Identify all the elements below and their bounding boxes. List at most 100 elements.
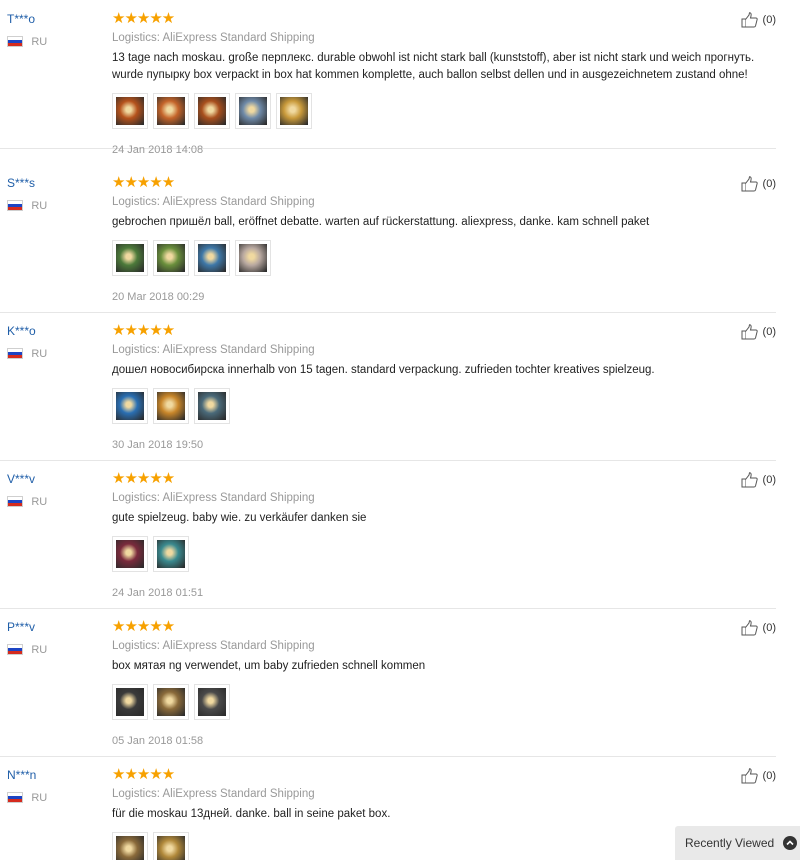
review-photo [157,688,185,716]
review-body: ★★★★★ Logistics: AliExpress Standard Shi… [112,767,772,860]
helpful-button[interactable]: (0) [741,12,776,28]
review-item: K***o RU ★★★★★ Logistics: AliExpress Sta… [0,312,776,461]
helpful-count: (0) [762,622,776,634]
reviewer-name[interactable]: V***v [7,471,35,487]
review-photo [116,97,144,125]
chevron-up-icon [783,836,798,850]
review-photo [116,688,144,716]
helpful-count: (0) [762,178,776,190]
reviewer-info: P***v RU [7,619,47,656]
reviewer-info: K***o RU [7,323,47,360]
thumbs-up-icon [741,12,758,28]
review-photo [239,97,267,125]
thumbs-up-icon [741,472,758,488]
country-code: RU [31,643,48,656]
review-text: box мятая ng verwendet, um baby zufriede… [112,660,426,672]
review-item: S***s RU ★★★★★ Logistics: AliExpress Sta… [0,164,776,313]
review-photo-thumbnail[interactable] [112,832,148,860]
helpful-button[interactable]: (0) [741,768,776,784]
reviewer-name[interactable]: K***o [7,323,36,339]
review-text: für die moskau 13дней. danke. ball in se… [112,808,391,820]
review-body: ★★★★★ Logistics: AliExpress Standard Shi… [112,175,772,304]
review-photo [157,392,185,420]
review-item: T***o RU ★★★★★ Logistics: AliExpress Sta… [0,0,776,156]
review-item: N***n RU ★★★★★ Logistics: AliExpress Sta… [0,756,776,860]
russia-flag-icon [7,200,23,212]
review-photo [157,836,185,860]
review-photo-thumbnail[interactable] [153,388,189,424]
review-photo-thumbnail[interactable] [276,93,312,129]
review-text: дошел новосибирска innerhalb von 15 tage… [112,364,655,376]
review-photo [280,97,308,125]
review-photo-thumbnail[interactable] [153,536,189,572]
review-body: ★★★★★ Logistics: AliExpress Standard Shi… [112,619,772,748]
thumbs-up-icon [741,768,758,784]
russia-flag-icon [7,496,23,508]
thumbs-up-icon [741,620,758,636]
review-photo-thumbnail[interactable] [112,93,148,129]
review-date: 20 Mar 2018 00:29 [112,291,205,303]
review-photos [112,832,772,860]
review-photo [157,540,185,568]
reviewer-name[interactable]: T***o [7,11,35,27]
star-rating: ★★★★★ [112,174,175,191]
review-photo-thumbnail[interactable] [112,536,148,572]
review-photo-thumbnail[interactable] [194,93,230,129]
helpful-count: (0) [762,326,776,338]
recently-viewed-label: Recently Viewed [685,836,775,850]
helpful-button[interactable]: (0) [741,176,776,192]
review-item: P***v RU ★★★★★ Logistics: AliExpress Sta… [0,608,776,757]
star-rating: ★★★★★ [112,322,175,339]
review-photo-thumbnail[interactable] [235,240,271,276]
review-photo [116,836,144,860]
review-photos [112,536,772,572]
review-photos [112,240,772,276]
review-photo-thumbnail[interactable] [194,240,230,276]
reviewer-country: RU [7,642,47,656]
review-date: 24 Jan 2018 01:51 [112,587,204,599]
review-text: gute spielzeug. baby wie. zu verkäufer d… [112,512,367,524]
review-photo-thumbnail[interactable] [112,684,148,720]
review-photo-thumbnail[interactable] [112,240,148,276]
helpful-button[interactable]: (0) [741,324,776,340]
review-photo-thumbnail[interactable] [194,684,230,720]
helpful-button[interactable]: (0) [741,472,776,488]
review-photos [112,388,772,424]
reviewer-info: T***o RU [7,11,47,48]
review-photo-thumbnail[interactable] [153,93,189,129]
reviewer-country: RU [7,198,47,212]
review-date: 24 Jan 2018 14:08 [112,144,204,156]
russia-flag-icon [7,792,23,804]
reviewer-info: V***v RU [7,471,47,508]
feedback-list: T***o RU ★★★★★ Logistics: AliExpress Sta… [0,0,800,860]
review-photo-thumbnail[interactable] [235,93,271,129]
russia-flag-icon [7,644,23,656]
review-photo-thumbnail[interactable] [153,240,189,276]
helpful-count: (0) [762,770,776,782]
review-photos [112,684,772,720]
country-code: RU [31,199,48,212]
review-photo [116,392,144,420]
country-code: RU [31,347,48,360]
russia-flag-icon [7,36,23,48]
helpful-button[interactable]: (0) [741,620,776,636]
review-body: ★★★★★ Logistics: AliExpress Standard Shi… [112,11,772,157]
review-photo-thumbnail[interactable] [153,684,189,720]
helpful-count: (0) [762,474,776,486]
recently-viewed-button[interactable]: Recently Viewed [675,826,800,860]
reviewer-name[interactable]: N***n [7,767,36,783]
review-photo-thumbnail[interactable] [153,832,189,860]
review-photo [116,244,144,272]
thumbs-up-icon [741,324,758,340]
reviewer-name[interactable]: P***v [7,619,35,635]
logistics-info: Logistics: AliExpress Standard Shipping [112,788,315,800]
reviewer-country: RU [7,34,47,48]
review-photo-thumbnail[interactable] [194,388,230,424]
logistics-info: Logistics: AliExpress Standard Shipping [112,32,315,44]
review-body: ★★★★★ Logistics: AliExpress Standard Shi… [112,323,772,452]
logistics-info: Logistics: AliExpress Standard Shipping [112,640,315,652]
reviewer-name[interactable]: S***s [7,175,35,191]
reviewer-info: N***n RU [7,767,47,804]
country-code: RU [31,495,48,508]
review-photo-thumbnail[interactable] [112,388,148,424]
